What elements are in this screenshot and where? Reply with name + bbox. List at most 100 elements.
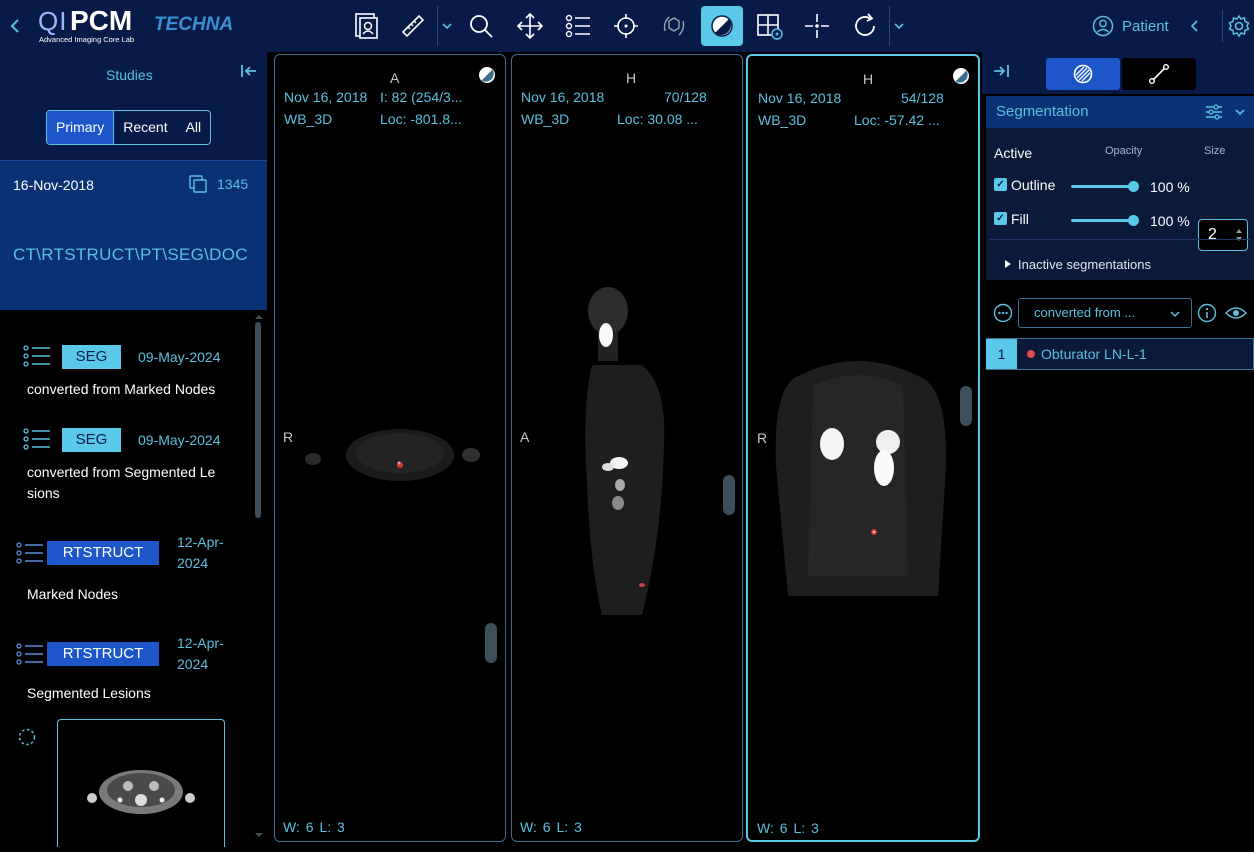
modality-badge: RTSTRUCT [47,541,159,565]
expand-panel-icon[interactable] [992,64,1010,83]
viewport-scrollbar[interactable] [723,475,735,515]
logo-prefix: QI [38,6,68,36]
segmentation-selector: converted from ... [986,292,1254,332]
scroll-up-icon[interactable] [254,314,264,320]
series-date: 09-May-2024 [138,432,221,448]
collapse-panel-icon[interactable] [240,64,258,83]
dropdown-value: converted from ... [1034,305,1136,320]
inactive-segmentations-toggle[interactable]: Inactive segmentations [1004,257,1151,272]
fill-checkbox[interactable]: ✓ [994,212,1007,225]
series-description: Segmented Lesions [27,685,151,701]
reset-icon[interactable] [846,6,884,46]
study-date: 16-Nov-2018 [13,177,94,193]
size-stepper[interactable]: 2 [1198,219,1248,251]
viewport-scrollbar[interactable] [960,386,972,426]
instance-info: I: 82 (254/3... [380,89,463,105]
series-thumbnail[interactable] [57,719,225,847]
pan-icon[interactable] [511,6,549,46]
series-date: 12-Apr-2024 [177,635,224,672]
eye-icon[interactable] [1225,305,1247,321]
series-date: 12-Apr-2024 [177,534,224,571]
series-name: WB_3D [758,112,807,128]
list-icon [16,643,43,665]
logo-subtitle: Advanced Imaging Core Lab [39,35,135,44]
modality-badge: SEG [62,345,121,369]
info-icon[interactable] [1197,303,1217,323]
scroll-down-icon[interactable] [254,832,264,838]
logo-name: PCM [70,5,133,36]
orientation-left: A [520,429,530,445]
study-browser-icon[interactable] [347,6,385,46]
window-level-readout: W: 6 L: 3 [757,820,819,836]
list-icon [23,428,50,450]
series-list-scrollbar[interactable] [255,322,261,518]
gear-icon[interactable] [1222,10,1250,42]
rotate-3d-icon[interactable] [655,6,693,46]
fill-label: Fill [1011,211,1029,227]
segmentation-options: Active Opacity Size ✓ Outline 100 % ✓ Fi… [986,128,1254,280]
crosshair-icon[interactable] [607,6,645,46]
tab-segmentation[interactable] [1046,58,1120,90]
tab-all[interactable]: All [177,111,211,144]
series-description: Marked Nodes [27,586,119,602]
pet-sagittal-image [585,287,665,615]
chevron-down-icon[interactable] [1234,107,1246,117]
zoom-icon[interactable] [462,6,500,46]
outline-opacity-knob[interactable] [1128,181,1139,192]
measure-ruler-icon[interactable] [394,6,432,46]
segmentation-icon [1073,64,1093,84]
caret-right-icon [1005,260,1011,268]
app-logo: QI PCM Advanced Imaging Core Lab TECHNA [38,5,248,46]
stepper-arrows-icon[interactable] [1234,225,1244,245]
study-card[interactable]: 16-Nov-2018 1345 CT\RTSTRUCT\PT\SEG\DOC [0,160,267,310]
tab-recent[interactable]: Recent [114,111,176,144]
back-chevron-icon[interactable] [8,14,28,38]
reference-lines-icon[interactable] [798,6,836,46]
list-icon[interactable] [559,6,597,46]
fill-opacity-value: 100 % [1150,213,1190,229]
tab-primary[interactable]: Primary [47,111,115,144]
more-options-icon[interactable] [993,303,1013,323]
viewport-coronal[interactable]: H Nov 16, 2018 54/128 WB_3D Loc: -57.42 … [746,54,980,842]
series-item[interactable]: RTSTRUCT 12-Apr-2024 Segmented Lesions [0,633,255,713]
location-info: Loc: -801.8... [380,111,462,127]
series-name: WB_3D [284,111,333,127]
location-info: Loc: 30.08 ... [617,111,698,127]
copy-icon [189,175,207,193]
outline-opacity-value: 100 % [1150,179,1190,195]
window-level-icon[interactable] [477,65,497,85]
window-level-icon[interactable] [701,6,743,46]
layout-settings-icon[interactable] [750,6,788,46]
pet-coronal-image [775,361,947,596]
series-date: Nov 16, 2018 [758,90,842,106]
segmentation-dropdown[interactable]: converted from ... [1018,298,1192,328]
measure-dropdown-chevron-icon[interactable] [437,6,455,46]
viewport-axial[interactable]: A Nov 16, 2018 I: 82 (254/3... WB_3D Loc… [274,54,506,842]
pet-axial-image [305,429,480,481]
loading-spinner-icon [18,728,36,746]
tab-measurements[interactable] [1122,58,1196,90]
series-name: WB_3D [521,111,570,127]
fill-opacity-knob[interactable] [1128,215,1139,226]
segment-row[interactable]: 1 Obturator LN-L-1 [986,338,1254,370]
window-level-readout: W: 6 L: 3 [283,819,345,835]
viewport-sagittal[interactable]: H Nov 16, 2018 70/128 WB_3D Loc: 30.08 .… [511,54,743,842]
fill-opacity-slider[interactable] [1071,219,1131,222]
series-item[interactable]: RTSTRUCT 12-Apr-2024 Marked Nodes [0,532,255,612]
count-value: 1345 [217,176,249,192]
partner-logo: TECHNA [154,14,234,35]
window-level-icon[interactable] [951,66,971,86]
orientation-left: R [283,429,294,445]
series-item[interactable]: SEG 09-May-2024 converted from Marked No… [0,340,255,412]
inactive-label: Inactive segmentations [1018,257,1151,272]
outline-opacity-slider[interactable] [1071,185,1131,188]
viewport-scrollbar[interactable] [485,623,497,663]
patient-toggle[interactable]: Patient [1092,12,1203,40]
segmentation-header[interactable]: Segmentation [986,96,1254,128]
outline-checkbox[interactable]: ✓ [994,178,1007,191]
outline-label: Outline [1011,177,1056,193]
active-label: Active [994,145,1033,161]
series-item[interactable]: SEG 09-May-2024 converted from Segmented… [0,423,255,513]
settings-sliders-icon[interactable] [1204,102,1224,122]
more-tools-chevron-icon[interactable] [889,6,907,46]
